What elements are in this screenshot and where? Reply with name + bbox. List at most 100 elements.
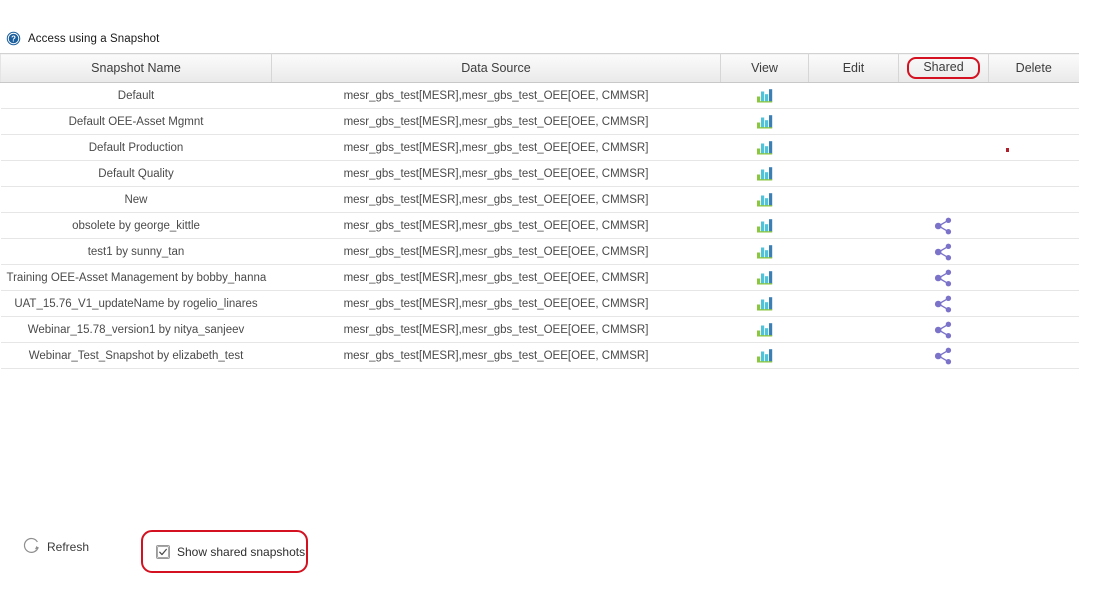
bar-chart-icon[interactable]: [756, 114, 774, 129]
share-nodes-icon[interactable]: [934, 269, 953, 287]
refresh-label: Refresh: [47, 539, 90, 554]
table-row[interactable]: Training OEE-Asset Management by bobby_h…: [0, 264, 1079, 291]
cell-data-source: mesr_gbs_test[MESR],mesr_gbs_test_OEE[OE…: [271, 186, 721, 213]
column-label: Shared: [923, 60, 964, 75]
cell-snapshot-name[interactable]: New: [0, 186, 272, 213]
cell-shared[interactable]: [898, 316, 989, 343]
cell-shared: [898, 82, 989, 109]
help-circle-icon[interactable]: ?: [6, 31, 21, 46]
cell-view[interactable]: [720, 186, 809, 213]
cell-delete: [988, 82, 1079, 109]
cell-edit: [808, 186, 899, 213]
footer-controls: Refresh Show shared snapshots: [0, 530, 1100, 573]
cell-snapshot-name[interactable]: obsolete by george_kittle: [0, 212, 272, 239]
table-row[interactable]: test1 by sunny_tan mesr_gbs_test[MESR],me…: [0, 238, 1079, 265]
cell-snapshot-name[interactable]: Webinar_15.78_version1 by nitya_sanjeev: [0, 316, 272, 343]
cell-snapshot-name[interactable]: Default Quality: [0, 160, 272, 187]
show-shared-snapshots-checkbox[interactable]: [156, 544, 170, 559]
snapshots-table: Snapshot Name Data Source View Edit Shar…: [0, 53, 1079, 369]
cell-edit: [808, 108, 899, 135]
cell-data-source: mesr_gbs_test[MESR],mesr_gbs_test_OEE[OE…: [271, 316, 721, 343]
table-row[interactable]: Webinar_Test_Snapshot by elizabeth_test m…: [0, 342, 1079, 369]
column-header-snapshot-name[interactable]: Snapshot Name: [0, 53, 272, 83]
cell-edit: [808, 160, 899, 187]
bar-chart-icon[interactable]: [756, 140, 774, 155]
section-header: ? Access using a Snapshot: [6, 31, 159, 46]
cell-data-source: mesr_gbs_test[MESR],mesr_gbs_test_OEE[OE…: [271, 160, 721, 187]
cell-delete: [988, 342, 1079, 369]
cell-delete: [988, 186, 1079, 213]
refresh-circular-arrow-icon: [23, 537, 39, 553]
bar-chart-icon[interactable]: [756, 192, 774, 207]
cell-view[interactable]: [720, 290, 809, 317]
cell-data-source: mesr_gbs_test[MESR],mesr_gbs_test_OEE[OE…: [271, 264, 721, 291]
cell-data-source: mesr_gbs_test[MESR],mesr_gbs_test_OEE[OE…: [271, 342, 721, 369]
table-row[interactable]: Default Quality mesr_gbs_test[MESR],mesr_…: [0, 160, 1079, 187]
cell-shared[interactable]: [898, 342, 989, 369]
cell-data-source: mesr_gbs_test[MESR],mesr_gbs_test_OEE[OE…: [271, 134, 721, 161]
bar-chart-icon[interactable]: [756, 88, 774, 103]
table-row[interactable]: Default Production mesr_gbs_test[MESR],me…: [0, 134, 1079, 161]
cell-view[interactable]: [720, 264, 809, 291]
bar-chart-icon[interactable]: [756, 218, 774, 233]
bar-chart-icon[interactable]: [756, 166, 774, 181]
cell-view[interactable]: [720, 160, 809, 187]
column-label: Data Source: [461, 61, 531, 75]
cell-delete: [988, 290, 1079, 317]
cell-snapshot-name[interactable]: Default: [0, 82, 272, 109]
cell-view[interactable]: [720, 108, 809, 135]
cell-shared[interactable]: [898, 264, 989, 291]
cell-data-source: mesr_gbs_test[MESR],mesr_gbs_test_OEE[OE…: [271, 108, 721, 135]
table-row[interactable]: obsolete by george_kittle mesr_gbs_test[M…: [0, 212, 1079, 239]
cell-edit: [808, 238, 899, 265]
cell-view[interactable]: [720, 82, 809, 109]
cell-snapshot-name[interactable]: Default OEE-Asset Mgmnt: [0, 108, 272, 135]
cell-shared[interactable]: [898, 290, 989, 317]
cell-view[interactable]: [720, 238, 809, 265]
share-nodes-icon[interactable]: [934, 217, 953, 235]
cell-snapshot-name[interactable]: test1 by sunny_tan: [0, 238, 272, 265]
refresh-button[interactable]: Refresh: [22, 537, 89, 556]
column-header-shared[interactable]: Shared: [898, 53, 989, 83]
bar-chart-icon[interactable]: [756, 244, 774, 259]
bar-chart-icon[interactable]: [756, 348, 774, 363]
share-nodes-icon[interactable]: [934, 243, 953, 261]
share-nodes-icon[interactable]: [934, 295, 953, 313]
bar-chart-icon[interactable]: [756, 270, 774, 285]
table-row[interactable]: New mesr_gbs_test[MESR],mesr_gbs_test_OEE…: [0, 186, 1079, 213]
cell-snapshot-name[interactable]: Training OEE-Asset Management by bobby_h…: [0, 264, 272, 291]
cell-view[interactable]: [720, 134, 809, 161]
cell-delete: [988, 264, 1079, 291]
column-header-delete[interactable]: Delete: [988, 53, 1079, 83]
table-row[interactable]: Webinar_15.78_version1 by nitya_sanjeev m…: [0, 316, 1079, 343]
table-row[interactable]: UAT_15.76_V1_updateName by rogelio_linar…: [0, 290, 1079, 317]
cell-view[interactable]: [720, 342, 809, 369]
cell-snapshot-name[interactable]: Webinar_Test_Snapshot by elizabeth_test: [0, 342, 272, 369]
share-nodes-icon[interactable]: [934, 321, 953, 339]
cell-shared[interactable]: [898, 212, 989, 239]
cell-shared[interactable]: [898, 238, 989, 265]
table-header-row: Snapshot Name Data Source View Edit Shar…: [0, 53, 1079, 83]
column-label: View: [751, 61, 778, 75]
cell-view[interactable]: [720, 316, 809, 343]
column-header-view[interactable]: View: [720, 53, 809, 83]
cell-delete: [988, 160, 1079, 187]
cell-delete: [988, 316, 1079, 343]
cell-shared: [898, 186, 989, 213]
table-row[interactable]: Default OEE-Asset Mgmnt mesr_gbs_test[MES…: [0, 108, 1079, 135]
column-label: Snapshot Name: [91, 61, 181, 75]
cell-edit: [808, 264, 899, 291]
show-shared-snapshots-label[interactable]: Show shared snapshots: [177, 545, 305, 559]
bar-chart-icon[interactable]: [756, 296, 774, 311]
cell-edit: [808, 134, 899, 161]
column-header-data-source[interactable]: Data Source: [271, 53, 721, 83]
cell-data-source: mesr_gbs_test[MESR],mesr_gbs_test_OEE[OE…: [271, 212, 721, 239]
column-header-edit[interactable]: Edit: [808, 53, 899, 83]
cell-snapshot-name[interactable]: UAT_15.76_V1_updateName by rogelio_linar…: [0, 290, 272, 317]
table-row[interactable]: Default mesr_gbs_test[MESR],mesr_gbs_test…: [0, 82, 1079, 109]
share-nodes-icon[interactable]: [934, 347, 953, 365]
cell-snapshot-name[interactable]: Default Production: [0, 134, 272, 161]
bar-chart-icon[interactable]: [756, 322, 774, 337]
cell-shared: [898, 134, 989, 161]
cell-view[interactable]: [720, 212, 809, 239]
